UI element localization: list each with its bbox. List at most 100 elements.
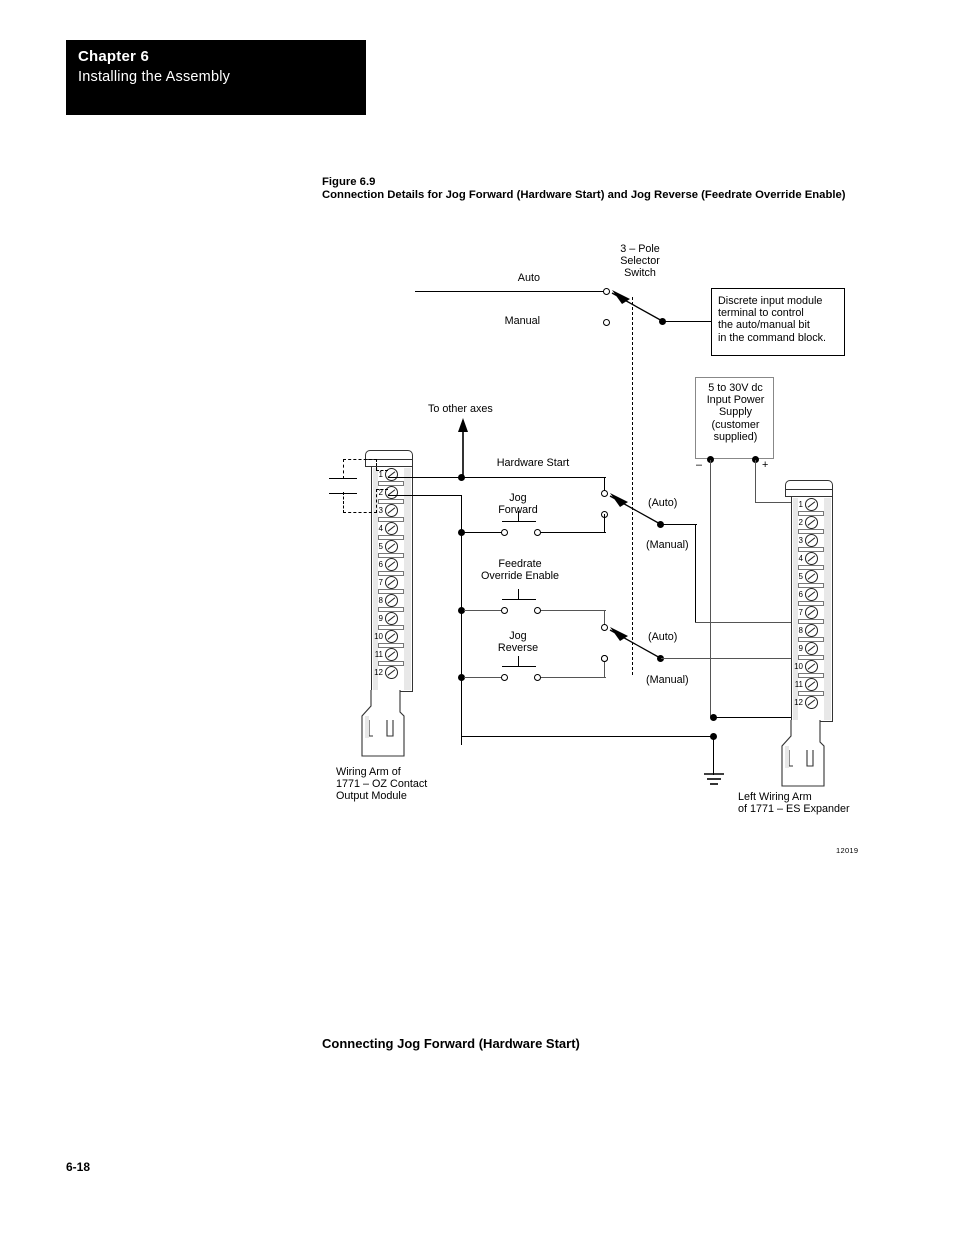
terminal-number: 6 bbox=[798, 590, 803, 599]
jog-forward-contact-right bbox=[534, 529, 541, 536]
pole-2-common-drop bbox=[695, 524, 697, 623]
terminal-number: 4 bbox=[798, 554, 803, 563]
selector-switch-label: 3 – Pole Selector Switch bbox=[620, 243, 660, 280]
pole-2-manual-label: (Manual) bbox=[646, 539, 689, 551]
terminal-number: 6 bbox=[378, 560, 383, 569]
feedrate-contact-right bbox=[534, 607, 541, 614]
feedrate-wire-right bbox=[541, 610, 606, 612]
pole-3-to-terminal9 bbox=[661, 658, 791, 660]
terminal-screw bbox=[805, 678, 818, 691]
pole-2-to-terminal8 bbox=[695, 622, 791, 624]
pole-1-common-wire bbox=[663, 321, 711, 323]
terminal2-wire bbox=[388, 495, 462, 497]
terminal-screw bbox=[805, 498, 818, 511]
terminal-screw bbox=[805, 552, 818, 565]
terminal-number: 5 bbox=[798, 572, 803, 581]
jog-forward-actuator bbox=[518, 511, 520, 522]
terminal-number: 2 bbox=[798, 518, 803, 527]
terminal-number: 8 bbox=[378, 596, 383, 605]
power-minus-rail bbox=[710, 460, 712, 717]
left-module-caption: Wiring Arm of 1771 – OZ Contact Output M… bbox=[336, 766, 428, 803]
terminal-number: 1 bbox=[378, 470, 383, 479]
terminal-number: 9 bbox=[378, 614, 383, 623]
left-dashed-to-t1 bbox=[376, 470, 388, 471]
feedrate-wire-left bbox=[464, 610, 502, 612]
terminal-screw bbox=[385, 666, 398, 679]
jog-reverse-contact-right bbox=[534, 674, 541, 681]
terminal-screw bbox=[805, 570, 818, 583]
manual-label: Manual bbox=[504, 315, 540, 327]
terminal-number: 4 bbox=[378, 524, 383, 533]
jog-reverse-actuator bbox=[518, 656, 520, 667]
jog-reverse-label: Jog Reverse bbox=[497, 630, 539, 655]
feedrate-actuator bbox=[518, 589, 520, 600]
terminal-screw bbox=[385, 630, 398, 643]
wiring-diagram: 3 – Pole Selector Switch Auto Manual Dis… bbox=[0, 0, 954, 880]
to-other-axes-label: To other axes bbox=[428, 403, 493, 415]
feedrate-override-label: Feedrate Override Enable bbox=[480, 558, 560, 583]
left-arm-foot bbox=[361, 690, 405, 757]
auto-feed-wire bbox=[415, 291, 605, 293]
discrete-input-note-box: Discrete input module terminal to contro… bbox=[711, 288, 845, 356]
power-supply-box: 5 to 30V dc Input Power Supply (customer… bbox=[695, 377, 774, 459]
terminal-number: 9 bbox=[798, 644, 803, 653]
terminal-number: 7 bbox=[378, 578, 383, 587]
terminal-screw bbox=[805, 624, 818, 637]
discrete-input-note-text: Discrete input module terminal to contro… bbox=[718, 295, 827, 344]
right-arm-rail-shade2 bbox=[824, 498, 831, 720]
terminal-number: 3 bbox=[798, 536, 803, 545]
terminal-screw bbox=[385, 504, 398, 517]
left-dashed-right-upper bbox=[376, 459, 377, 470]
terminal-screw bbox=[805, 696, 818, 709]
to-other-axes-tap-node bbox=[458, 474, 465, 481]
jog-reverse-wire-left bbox=[464, 677, 502, 679]
return-bus-drop bbox=[461, 677, 463, 737]
selector-pole-2-blade bbox=[609, 493, 663, 526]
terminal-number: 10 bbox=[374, 632, 383, 641]
jog-reverse-contact-left bbox=[501, 674, 508, 681]
hardware-start-wire bbox=[388, 477, 606, 479]
terminal12-wire bbox=[713, 717, 791, 719]
page-number: 6-18 bbox=[66, 1160, 91, 1174]
pole-2-common-wire bbox=[661, 524, 697, 526]
ground-lead bbox=[713, 737, 715, 775]
terminal-number: 12 bbox=[374, 668, 383, 677]
jog-forward-wire-right bbox=[541, 532, 606, 534]
terminal-number: 1 bbox=[798, 500, 803, 509]
jog-reverse-riser bbox=[604, 660, 606, 678]
terminal-screw bbox=[805, 534, 818, 547]
left-dashed-left-lower bbox=[343, 492, 344, 513]
terminal-screw bbox=[385, 612, 398, 625]
terminal-screw bbox=[385, 576, 398, 589]
left-dashed-bottom bbox=[343, 512, 377, 513]
terminal-screw bbox=[385, 486, 398, 499]
hardware-start-label: Hardware Start bbox=[496, 457, 570, 469]
terminal-screw bbox=[385, 558, 398, 571]
terminal-number: 10 bbox=[794, 662, 803, 671]
jog-reverse-top-node bbox=[601, 655, 608, 662]
terminal-number: 8 bbox=[798, 626, 803, 635]
terminal-number: 7 bbox=[798, 608, 803, 617]
terminal-screw bbox=[805, 588, 818, 601]
terminal-screw bbox=[385, 648, 398, 661]
pole-2-auto-label: (Auto) bbox=[648, 497, 678, 509]
terminal-screw bbox=[805, 516, 818, 529]
jog-forward-riser bbox=[604, 514, 606, 533]
left-dashed-left-upper bbox=[343, 459, 344, 479]
terminal-screw bbox=[385, 594, 398, 607]
terminal-screw bbox=[385, 540, 398, 553]
left-contact-plate-top bbox=[329, 478, 357, 480]
jog-forward-contact-left bbox=[501, 529, 508, 536]
terminal-screw bbox=[805, 606, 818, 619]
pole-3-manual-label: (Manual) bbox=[646, 674, 689, 686]
return-bus-horizontal bbox=[461, 736, 714, 738]
power-minus-label: – bbox=[696, 459, 703, 471]
auto-label: Auto bbox=[517, 272, 540, 284]
ground-symbol-icon bbox=[704, 773, 724, 785]
power-supply-text: 5 to 30V dc Input Power Supply (customer… bbox=[706, 382, 765, 443]
power-plus-label: + bbox=[762, 459, 769, 471]
feedrate-contact-left bbox=[501, 607, 508, 614]
terminal-screw bbox=[805, 660, 818, 673]
pole-3-auto-label: (Auto) bbox=[648, 631, 678, 643]
power-plus-to-terminal1 bbox=[755, 502, 791, 504]
